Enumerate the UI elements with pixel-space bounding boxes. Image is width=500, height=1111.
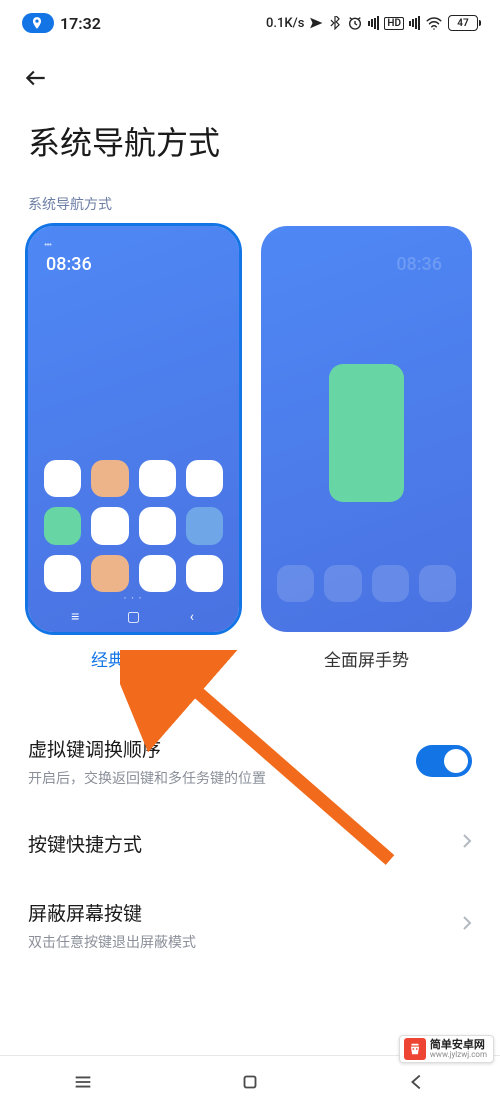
watermark: 简单安卓网 www.jylzwj.com <box>399 1035 494 1063</box>
location-icon <box>30 16 44 30</box>
alarm-icon <box>347 15 363 31</box>
status-right: 0.1K/s HD 47 <box>266 14 478 32</box>
hd-badge: HD <box>384 17 404 30</box>
status-left: 17:32 <box>22 13 101 33</box>
battery-icon: 47 <box>448 15 478 31</box>
watermark-icon <box>404 1038 426 1060</box>
option-classic-nav[interactable]: ••• 08:36 • • • ≡ ▢ ‹ 经典导航键 <box>28 226 239 671</box>
preview-back-icon: ‹ <box>185 610 199 624</box>
battery-pct: 47 <box>457 18 468 29</box>
send-icon <box>309 16 323 30</box>
arrow-left-icon <box>23 65 49 91</box>
preview-gesture-card <box>329 364 405 502</box>
preview-nav-bar: ≡ ▢ ‹ <box>28 610 239 624</box>
nav-home-button[interactable] <box>239 1071 261 1097</box>
preview-time-a: 08:36 <box>46 254 92 275</box>
row-block-title: 屏蔽屏幕按键 <box>28 899 462 926</box>
row-swap-keys[interactable]: 虚拟键调换顺序 开启后，交换返回键和多任务键的位置 <box>28 715 472 808</box>
preview-pager: • • • <box>28 595 239 602</box>
row-key-shortcut[interactable]: 按键快捷方式 <box>28 810 472 877</box>
option-gesture-label: 全面屏手势 <box>324 646 409 671</box>
nav-back-button[interactable] <box>406 1071 428 1097</box>
system-nav-bar <box>0 1055 500 1111</box>
option-classic-preview: ••• 08:36 • • • ≡ ▢ ‹ <box>28 226 239 632</box>
option-gesture-nav[interactable]: 08:36 全面屏手势 <box>261 226 472 671</box>
swap-toggle[interactable] <box>416 745 472 777</box>
status-time: 17:32 <box>60 14 101 33</box>
preview-home-icon: ▢ <box>126 610 140 624</box>
preview-menu-icon: ≡ <box>68 610 82 624</box>
section-label: 系统导航方式 <box>0 184 500 222</box>
signal-1-icon <box>368 16 379 30</box>
watermark-title: 简单安卓网 <box>430 1039 487 1051</box>
status-bar: 17:32 0.1K/s HD 47 <box>0 0 500 46</box>
row-swap-sub: 开启后，交换返回键和多任务键的位置 <box>28 768 416 788</box>
row-swap-text: 虚拟键调换顺序 开启后，交换返回键和多任务键的位置 <box>28 735 416 788</box>
row-swap-title: 虚拟键调换顺序 <box>28 735 416 762</box>
wifi-icon <box>425 14 443 32</box>
chevron-right-icon <box>462 833 472 853</box>
row-block-text: 屏蔽屏幕按键 双击任意按键退出屏蔽模式 <box>28 899 462 952</box>
preview-faded-grid <box>261 565 472 602</box>
preview-time-b: 08:36 <box>396 254 442 275</box>
row-block-keys[interactable]: 屏蔽屏幕按键 双击任意按键退出屏蔽模式 <box>28 879 472 972</box>
settings-list: 虚拟键调换顺序 开启后，交换返回键和多任务键的位置 按键快捷方式 屏蔽屏幕按键 … <box>0 679 500 972</box>
watermark-url: www.jylzwj.com <box>430 1051 487 1059</box>
page-title: 系统导航方式 <box>0 92 500 184</box>
option-gesture-preview: 08:36 <box>261 226 472 632</box>
back-button[interactable] <box>22 64 50 92</box>
chevron-right-icon <box>462 915 472 935</box>
preview-app-grid <box>28 460 239 592</box>
watermark-text: 简单安卓网 www.jylzwj.com <box>430 1039 487 1059</box>
row-shortcut-text: 按键快捷方式 <box>28 830 462 857</box>
header <box>0 46 500 92</box>
nav-options: ••• 08:36 • • • ≡ ▢ ‹ 经典导航键 08:36 全面屏手势 <box>0 222 500 679</box>
net-speed: 0.1K/s <box>266 16 304 31</box>
row-shortcut-title: 按键快捷方式 <box>28 830 462 857</box>
row-block-sub: 双击任意按键退出屏蔽模式 <box>28 932 462 952</box>
nav-menu-button[interactable] <box>72 1071 94 1097</box>
option-classic-label: 经典导航键 <box>91 646 176 671</box>
location-pill <box>22 13 54 33</box>
bluetooth-icon <box>328 16 342 30</box>
signal-2-icon <box>409 16 420 30</box>
preview-status-dots: ••• <box>44 240 51 251</box>
